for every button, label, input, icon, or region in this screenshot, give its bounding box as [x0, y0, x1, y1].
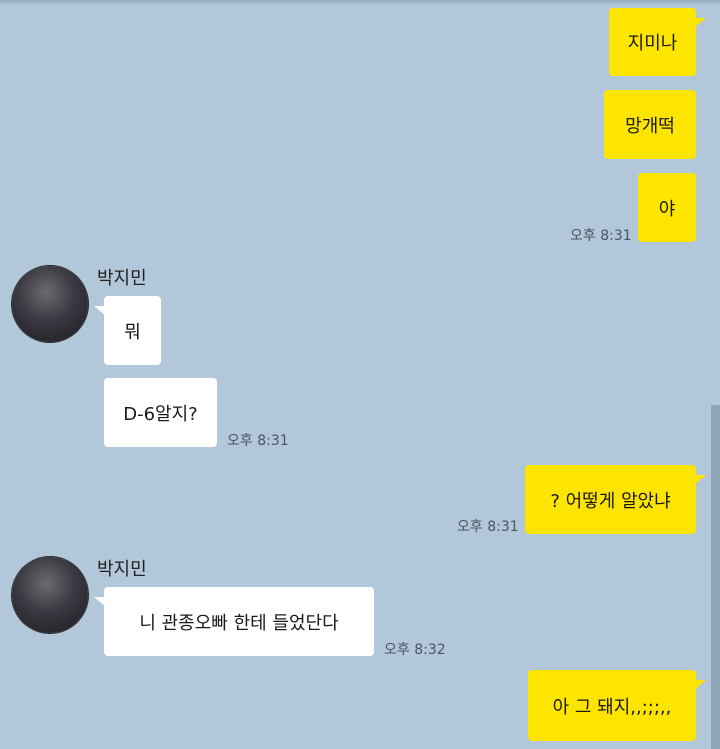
other-message-bubble[interactable]: D-6알지? — [104, 378, 217, 447]
scrollbar[interactable] — [711, 405, 720, 749]
message-text: 야 — [658, 198, 676, 220]
other-message-bubble[interactable]: 니 관종오빠 한테 들었단다 — [94, 587, 374, 656]
my-message-bubble[interactable]: 아 그 돼지,,;;;,, — [528, 670, 706, 741]
message-time: 오후 8:31 — [457, 519, 519, 535]
message-text: D-6알지? — [123, 403, 198, 425]
message-text: 니 관종오빠 한테 들었단다 — [139, 612, 339, 634]
message-text: 지미나 — [627, 33, 678, 54]
my-message-bubble[interactable]: 지미나 — [609, 8, 706, 76]
other-message-bubble[interactable]: 뭐 — [94, 296, 161, 365]
message-time: 오후 8:32 — [384, 642, 446, 658]
sender-name: 박지민 — [97, 268, 147, 289]
top-shadow — [0, 0, 720, 6]
sender-name: 박지민 — [97, 559, 147, 580]
profile-avatar-icon[interactable] — [12, 266, 88, 342]
message-time: 오후 8:31 — [227, 433, 289, 449]
chat-room[interactable]: 지미나 망개떡 야 오후 8:31 박지민 뭐 D-6알지? 오후 8:31 ?… — [0, 0, 720, 749]
message-text: 망개떡 — [625, 115, 675, 137]
message-text: 아 그 돼지,,;;;,, — [552, 696, 672, 718]
my-message-bubble[interactable]: ? 어떻게 알았냐 — [525, 465, 706, 534]
message-time: 오후 8:31 — [570, 228, 632, 244]
my-message-bubble[interactable]: 야 — [638, 173, 696, 242]
profile-avatar-icon[interactable] — [12, 557, 88, 633]
my-message-bubble[interactable]: 망개떡 — [604, 90, 696, 159]
message-text: 뭐 — [124, 321, 141, 343]
message-text: ? 어떻게 알았냐 — [550, 490, 671, 512]
